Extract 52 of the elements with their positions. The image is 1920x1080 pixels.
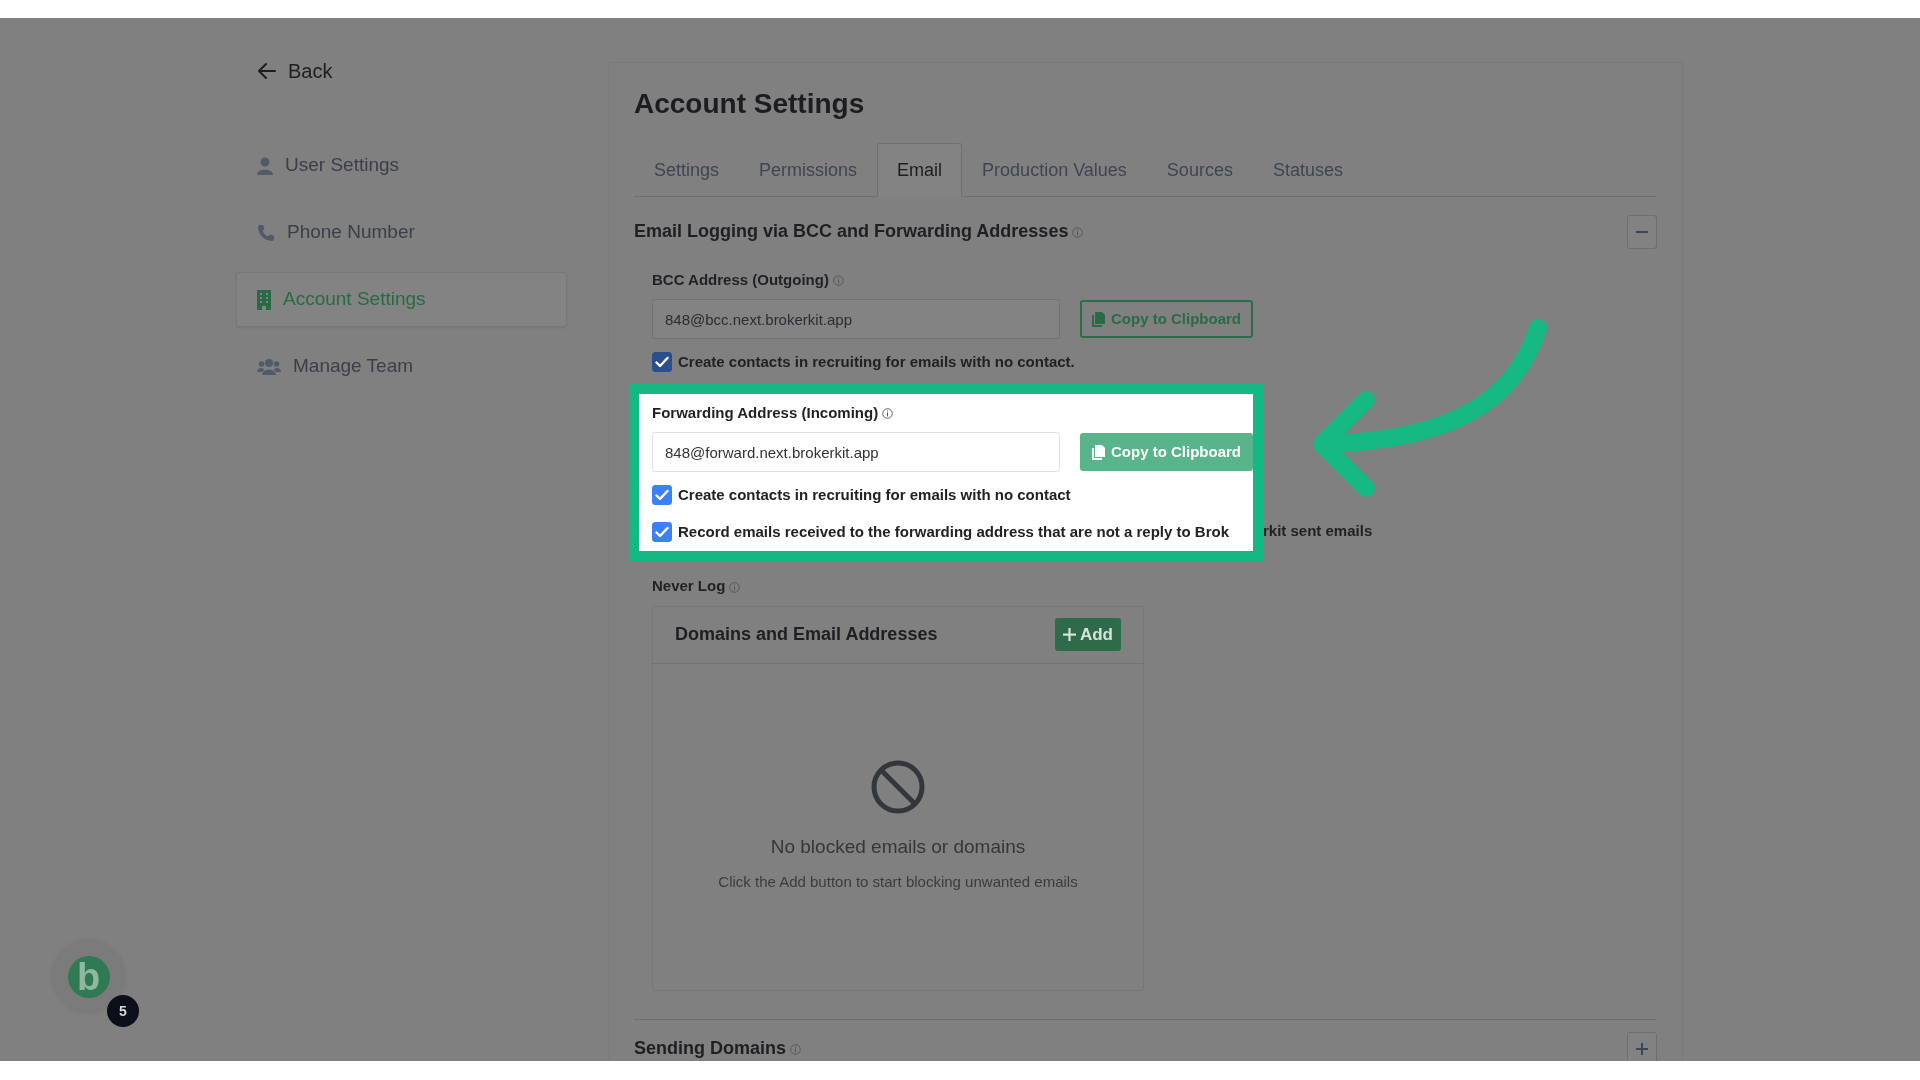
info-icon[interactable] [1072,226,1084,238]
back-arrow-icon [258,63,276,79]
text-field[interactable]: 848@bcc.next.brokerkit.app [652,299,1060,340]
info-icon[interactable] [832,275,844,287]
plus-icon [1636,1042,1648,1055]
copy-icon [1092,444,1105,460]
tab[interactable]: Email [877,142,963,197]
expand-button[interactable] [1627,1031,1657,1061]
copy-button[interactable]: Copy to Clipboard [1080,433,1253,472]
minus-icon [1636,230,1648,233]
tab[interactable]: Production Values [962,142,1147,197]
collapse-button[interactable] [1627,214,1657,249]
add-button[interactable]: Add [1054,617,1121,652]
info-icon[interactable] [882,408,894,420]
info-icon[interactable] [790,1043,801,1055]
person-icon [257,156,273,175]
checkbox[interactable] [652,352,672,373]
section-heading: Sending Domains [634,1035,801,1061]
tab[interactable]: Permissions [739,142,878,197]
copy-icon [1092,311,1105,327]
copy-button[interactable]: Copy to Clipboard [1080,300,1253,339]
field-label: Forwarding Address (Incoming) [652,401,1253,425]
checkbox-label: rkit sent emails [1263,520,1373,541]
checkbox[interactable] [652,485,672,506]
sidebar-item[interactable]: Account Settings [236,272,567,327]
logo: b [67,955,110,998]
section-heading: Email Logging via BCC and Forwarding Addresses [634,218,1084,246]
notification-badge: 5 [107,995,139,1027]
field-label: Never Log [652,575,1657,598]
card-title: Domains and Email Addresses [675,623,938,647]
field-label: BCC Address (Outgoing) [652,268,1657,292]
checkbox-label: Create contacts in recruiting for emails with no contact [678,485,1071,506]
empty-state-text: Click the Add button to start blocking unwanted emails [718,872,1078,893]
sidebar-item[interactable]: Phone Number [236,205,567,260]
phone-icon [257,223,275,242]
back-link[interactable]: Back [258,56,333,86]
empty-state-title: No blocked emails or domains [770,834,1026,859]
tab[interactable]: Sources [1146,142,1253,197]
sidebar-item[interactable]: User Settings [236,138,567,193]
building-icon [257,289,271,310]
blocked-icon [870,758,926,815]
checkbox-label: Record emails received to the forwarding address that are not a reply to Brok [678,521,1229,542]
tab[interactable]: Settings [634,142,740,197]
tab[interactable]: Statuses [1252,142,1363,197]
sidebar-item[interactable]: Manage Team [236,339,567,394]
people-icon [257,358,281,375]
checkbox[interactable] [652,521,672,542]
page-title: Account Settings [634,87,866,121]
info-icon[interactable] [729,581,741,593]
text-field[interactable]: 848@forward.next.brokerkit.app [652,432,1060,473]
checkbox-label: Create contacts in recruiting for emails with no contact. [678,352,1075,373]
plus-icon [1062,628,1076,642]
